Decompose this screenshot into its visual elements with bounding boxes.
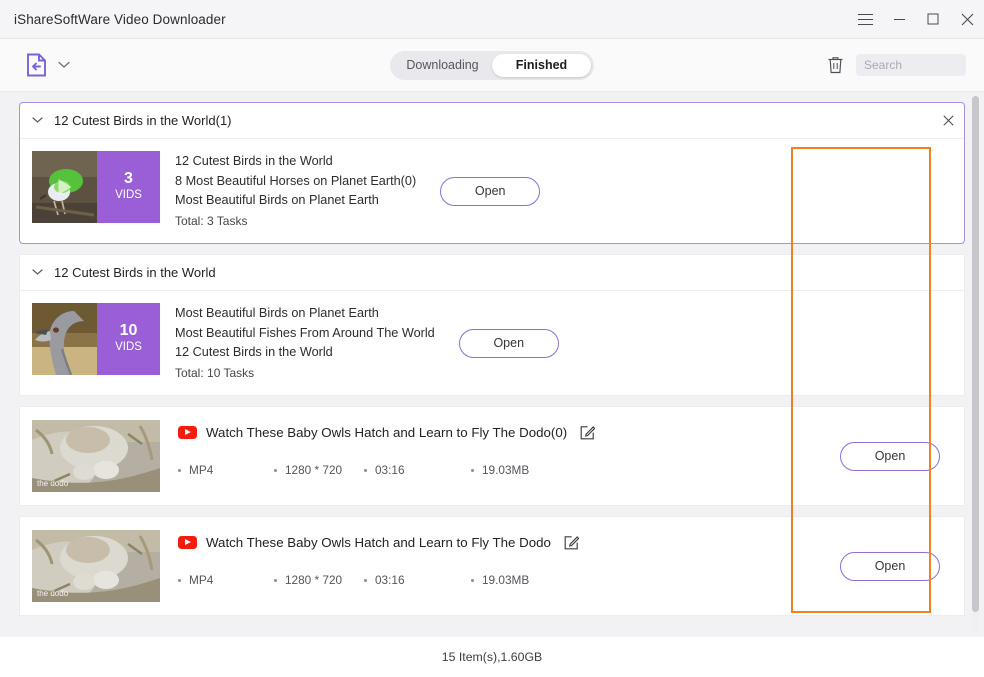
video-row[interactable]: the dodo Watch These Baby Owls Hatch and… — [19, 406, 965, 506]
video-size: 19.03MB — [471, 463, 529, 477]
open-column: Open — [816, 420, 964, 492]
scrollbar-track[interactable] — [972, 96, 979, 633]
video-row-body: the dodo Watch These Baby Owls Hatch and… — [20, 517, 964, 615]
group-total: Total: 10 Tasks — [175, 365, 255, 380]
hamburger-icon[interactable] — [848, 0, 882, 39]
open-button[interactable]: Open — [440, 176, 541, 206]
status-bar: 15 Item(s),1.60GB — [0, 637, 984, 677]
close-icon[interactable] — [943, 115, 954, 126]
group-task-item: 8 Most Beautiful Horses on Planet Earth(… — [175, 173, 417, 188]
video-duration: 03:16 — [364, 573, 471, 587]
group-title: 12 Cutest Birds in the World(1) — [54, 113, 232, 128]
video-size: 19.03MB — [471, 573, 529, 587]
card-gap — [19, 244, 965, 254]
youtube-icon — [178, 536, 197, 549]
tab-switcher: Downloading Finished — [390, 50, 594, 80]
video-info: Watch These Baby Owls Hatch and Learn to… — [160, 530, 816, 587]
group-thumbnail[interactable]: 10 VIDS — [32, 303, 160, 375]
video-row-body: the dodo Watch These Baby Owls Hatch and… — [20, 407, 964, 505]
video-count-badge: 10 VIDS — [97, 303, 160, 375]
open-button[interactable]: Open — [840, 551, 940, 581]
edit-icon[interactable] — [580, 425, 596, 440]
video-metadata: MP4 1280 * 720 03:16 19.03MB — [178, 550, 816, 587]
thumbnail-watermark: the dodo — [37, 589, 69, 598]
group-task-item: Most Beautiful Fishes From Around The Wo… — [175, 325, 435, 340]
video-title: Watch These Baby Owls Hatch and Learn to… — [206, 535, 551, 550]
list-top-spacer — [19, 92, 965, 102]
maximize-icon[interactable] — [916, 0, 950, 39]
card-gap — [19, 396, 965, 406]
toolbar-right — [827, 54, 984, 76]
open-column: Open — [435, 303, 583, 383]
window-title: iShareSoftWare Video Downloader — [14, 11, 226, 27]
group-body: 10 VIDS Most Beautiful Birds on Planet E… — [20, 291, 964, 395]
open-button[interactable]: Open — [840, 441, 940, 471]
trash-icon[interactable] — [827, 56, 844, 74]
play-icon — [58, 179, 71, 195]
video-format: MP4 — [178, 573, 274, 587]
group-title: 12 Cutest Birds in the World — [54, 265, 216, 280]
title-bar: iShareSoftWare Video Downloader — [0, 0, 984, 39]
video-thumbnail[interactable]: the dodo — [32, 530, 160, 602]
tab-finished[interactable]: Finished — [492, 53, 591, 77]
badge-count: 10 — [119, 322, 138, 340]
toolbar: Downloading Finished — [0, 39, 984, 92]
scrollbar-thumb[interactable] — [972, 96, 979, 612]
chevron-down-icon[interactable] — [32, 269, 43, 276]
thumbnail-watermark: the dodo — [37, 479, 69, 488]
card-gap — [19, 506, 965, 516]
video-format: MP4 — [178, 463, 274, 477]
group-task-item: Most Beautiful Birds on Planet Earth — [175, 193, 379, 207]
open-column: Open — [416, 151, 564, 231]
group-task-item: 12 Cutest Birds in the World — [175, 154, 333, 168]
group-body: 3 VIDS 12 Cutest Birds in the World 8 Mo… — [20, 139, 964, 243]
group-task-item: Most Beautiful Birds on Planet Earth — [175, 306, 379, 320]
group-task-list: Most Beautiful Birds on Planet Earth Mos… — [160, 303, 435, 383]
thumbnail-image — [32, 151, 97, 223]
video-metadata: MP4 1280 * 720 03:16 19.03MB — [178, 440, 816, 477]
video-thumbnail[interactable]: the dodo — [32, 420, 160, 492]
video-title-row: Watch These Baby Owls Hatch and Learn to… — [178, 535, 816, 550]
content-area: 12 Cutest Birds in the World(1) 3 VIDS 1… — [0, 92, 984, 637]
group-card[interactable]: 12 Cutest Birds in the World 10 VIDS Mos… — [19, 254, 965, 396]
badge-count: 3 — [124, 170, 133, 188]
video-duration: 03:16 — [364, 463, 471, 477]
video-info: Watch These Baby Owls Hatch and Learn to… — [160, 420, 816, 477]
group-task-item: 12 Cutest Birds in the World — [175, 345, 333, 359]
video-count-badge: 3 VIDS — [97, 151, 160, 223]
group-card-highlighted[interactable]: 12 Cutest Birds in the World(1) 3 VIDS 1… — [19, 102, 965, 244]
thumbnail-image — [32, 303, 97, 375]
close-icon[interactable] — [950, 0, 984, 39]
video-title-row: Watch These Baby Owls Hatch and Learn to… — [178, 425, 816, 440]
youtube-icon — [178, 426, 197, 439]
edit-icon[interactable] — [564, 535, 579, 550]
minimize-icon[interactable] — [882, 0, 916, 39]
chevron-down-icon[interactable] — [58, 61, 70, 69]
tab-downloading[interactable]: Downloading — [393, 54, 492, 77]
document-import-icon[interactable] — [26, 53, 48, 77]
open-button[interactable]: Open — [458, 328, 559, 358]
window-controls — [848, 0, 984, 38]
group-total: Total: 3 Tasks — [175, 213, 248, 228]
badge-unit: VIDS — [115, 340, 142, 353]
group-header[interactable]: 12 Cutest Birds in the World(1) — [20, 103, 964, 139]
group-header[interactable]: 12 Cutest Birds in the World — [20, 255, 964, 291]
video-resolution: 1280 * 720 — [274, 573, 364, 587]
video-row[interactable]: the dodo Watch These Baby Owls Hatch and… — [19, 516, 965, 616]
open-column: Open — [816, 530, 964, 602]
group-task-list: 12 Cutest Birds in the World 8 Most Beau… — [160, 151, 416, 231]
chevron-down-icon[interactable] — [32, 117, 43, 124]
toolbar-left — [0, 53, 70, 77]
video-title: Watch These Baby Owls Hatch and Learn to… — [206, 425, 568, 440]
status-summary: 15 Item(s),1.60GB — [441, 650, 543, 664]
video-resolution: 1280 * 720 — [274, 463, 364, 477]
download-list: 12 Cutest Birds in the World(1) 3 VIDS 1… — [19, 92, 965, 637]
group-thumbnail[interactable]: 3 VIDS — [32, 151, 160, 223]
badge-unit: VIDS — [115, 188, 142, 201]
search-input[interactable] — [856, 54, 966, 76]
app-window: iShareSoftWare Video Downloader Download… — [0, 0, 984, 677]
